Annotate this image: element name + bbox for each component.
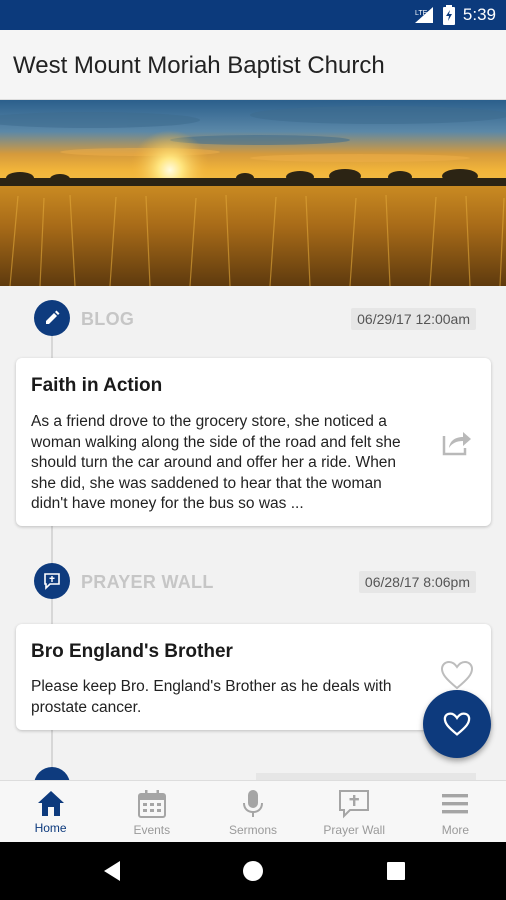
pencil-icon	[34, 300, 70, 336]
share-icon[interactable]	[441, 428, 473, 456]
prayer-heart-button[interactable]	[423, 690, 491, 758]
nav-events[interactable]: Events	[101, 781, 202, 842]
lte-signal-icon: LTE	[414, 7, 433, 23]
battery-icon	[442, 5, 455, 25]
system-navigation-bar	[0, 842, 506, 900]
menu-icon	[442, 794, 469, 814]
nav-label: Home	[34, 821, 67, 835]
heart-icon	[34, 767, 70, 780]
post-title: Faith in Action	[31, 375, 163, 396]
hero-banner-image	[0, 100, 506, 286]
nav-more[interactable]: More	[405, 781, 506, 842]
nav-label: Sermons	[228, 823, 278, 837]
nav-home[interactable]: Home	[0, 781, 101, 842]
nav-sermons[interactable]: Sermons	[202, 781, 303, 842]
page-title: West Mount Moriah Baptist Church	[13, 52, 385, 79]
home-icon	[37, 791, 64, 816]
microphone-icon	[243, 790, 263, 817]
home-circle-icon	[243, 861, 263, 881]
app-bar: West Mount Moriah Baptist Church	[0, 30, 506, 100]
nav-label: More	[441, 823, 470, 837]
app-screen: LTE 5:39 West Mount Moriah Baptist Churc…	[0, 0, 506, 900]
post-excerpt: As a friend drove to the grocery store, …	[31, 413, 401, 512]
heart-icon	[443, 712, 471, 736]
next-date-chip	[256, 773, 476, 780]
nav-label: Events	[133, 823, 171, 837]
nav-label: Prayer Wall	[323, 823, 385, 837]
nav-prayer-wall[interactable]: Prayer Wall	[304, 781, 405, 842]
post-date: 06/29/17 12:00am	[351, 308, 476, 330]
prayer-wall-section-header: PRAYER WALL 06/28/17 8:06pm	[34, 563, 476, 601]
svg-text:LTE: LTE	[415, 10, 428, 17]
back-triangle-icon	[104, 861, 120, 881]
prayer-request-card[interactable]: Bro England's Brother Please keep Bro. E…	[16, 624, 491, 730]
status-time: 5:39	[462, 5, 496, 24]
blog-post-card[interactable]: Faith in Action As a friend drove to the…	[16, 358, 491, 526]
recents-square-icon	[387, 862, 405, 880]
post-date: 06/28/17 8:06pm	[358, 571, 476, 593]
recents-button[interactable]	[381, 856, 411, 886]
post-title: Bro England's Brother	[31, 641, 233, 662]
section-label: BLOG	[81, 309, 135, 329]
status-bar: LTE 5:39	[0, 0, 506, 30]
heart-outline-icon[interactable]	[440, 660, 474, 690]
blog-section-header: BLOG 06/29/17 12:00am	[34, 300, 476, 338]
calendar-icon	[137, 790, 166, 818]
section-label: PRAYER WALL	[81, 572, 214, 592]
back-button[interactable]	[97, 856, 127, 886]
prayer-wall-icon	[339, 790, 370, 819]
home-system-button[interactable]	[238, 856, 268, 886]
post-excerpt: Please keep Bro. England's Brother as he…	[31, 678, 392, 716]
bottom-navigation: Home Events Sermons Prayer Wall More	[0, 780, 506, 842]
prayer-bubble-icon	[34, 563, 70, 599]
